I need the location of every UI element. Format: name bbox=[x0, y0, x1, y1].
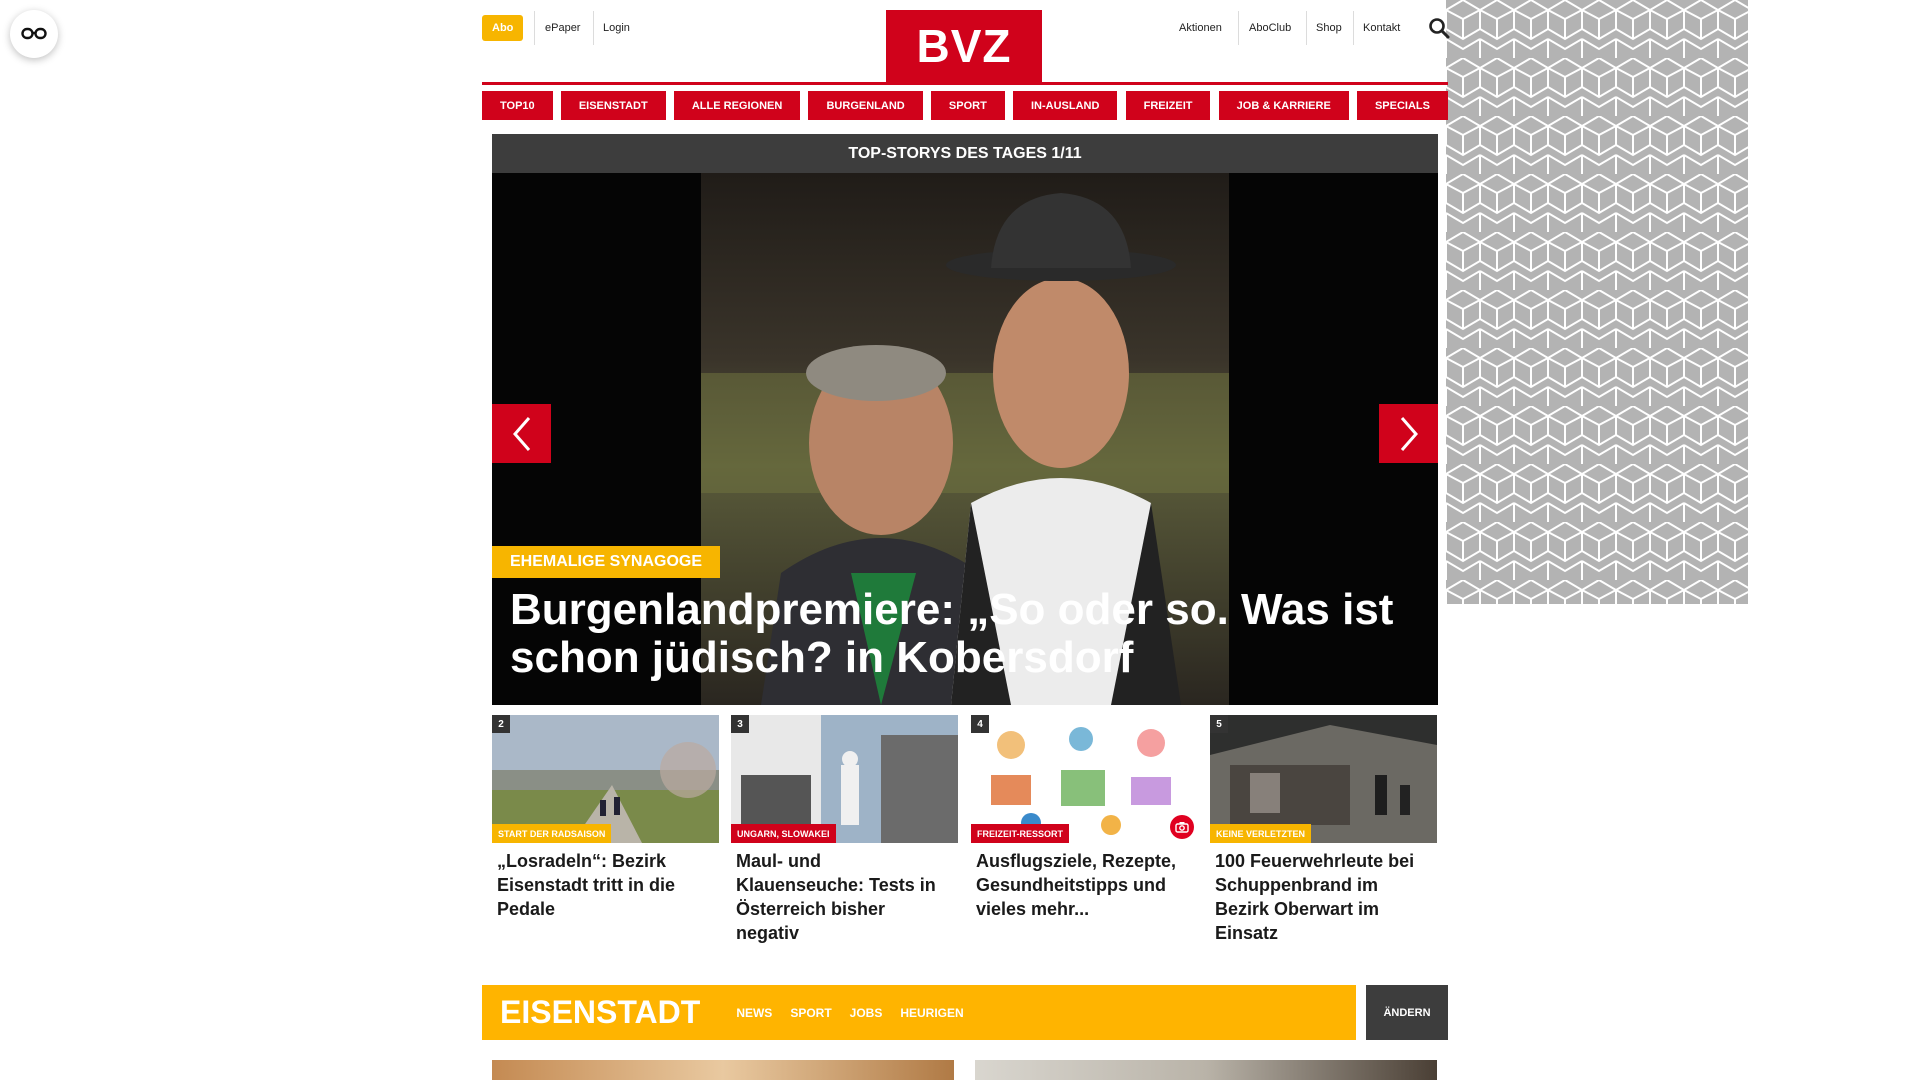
top-bar: Abo ePaper Login BVZ Aktionen AboClub Sh… bbox=[482, 0, 1450, 84]
nav-top10[interactable]: TOP10 bbox=[482, 91, 553, 120]
divider bbox=[534, 11, 535, 45]
teaser-tag: FREIZEIT-RESSORT bbox=[971, 824, 1070, 843]
camera-icon bbox=[1175, 822, 1189, 833]
accessibility-button[interactable] bbox=[10, 10, 58, 58]
teaser-tag: START DER RADSAISON bbox=[492, 824, 612, 843]
divider bbox=[1353, 11, 1354, 45]
chevron-left-icon bbox=[512, 416, 530, 451]
nav-in-ausland[interactable]: IN-AUSLAND bbox=[1012, 91, 1118, 120]
teaser-headline[interactable]: Maul- und Klauenseuche: Tests in Österre… bbox=[731, 849, 958, 945]
change-region-button[interactable]: ÄNDERN bbox=[1366, 985, 1448, 1040]
carousel-prev-button[interactable] bbox=[492, 404, 551, 463]
bvz-logo[interactable]: BVZ bbox=[886, 10, 1042, 82]
side-advertisement[interactable] bbox=[1446, 0, 1748, 604]
divider bbox=[593, 11, 594, 45]
main-navigation: TOP10 EISENSTADT ALLE REGIONEN BURGENLAN… bbox=[482, 91, 1448, 120]
divider bbox=[1238, 11, 1239, 45]
region-link-heurigen[interactable]: HEURIGEN bbox=[900, 1006, 963, 1020]
divider bbox=[1306, 11, 1307, 45]
teaser-rank: 3 bbox=[731, 715, 749, 733]
epaper-link[interactable]: ePaper bbox=[545, 15, 580, 41]
region-link-news[interactable]: NEWS bbox=[736, 1006, 772, 1020]
teaser-headline[interactable]: 100 Feuerwehrleute bei Schuppenbrand im … bbox=[1210, 849, 1437, 945]
article-image[interactable] bbox=[492, 1060, 954, 1080]
cube-pattern bbox=[1446, 0, 1748, 604]
login-link[interactable]: Login bbox=[603, 15, 630, 41]
hero-headline[interactable]: Burgenlandpremiere: „So oder so. Was ist… bbox=[510, 586, 1420, 682]
teaser-image: 5 KEINE VERLETZTEN bbox=[1210, 715, 1437, 843]
shop-link[interactable]: Shop bbox=[1316, 15, 1342, 41]
teaser-card[interactable]: 4 FREIZEIT-RESSORT Ausflugsziele, Rezept… bbox=[971, 715, 1198, 921]
carousel-header: TOP-STORYS DES TAGES 1/11 bbox=[492, 134, 1438, 173]
teaser-tag: KEINE VERLETZTEN bbox=[1210, 824, 1312, 843]
teaser-card[interactable]: 3 UNGARN, SLOWAKEI Maul- und Klauenseuch… bbox=[731, 715, 958, 945]
glasses-icon bbox=[21, 27, 47, 40]
nav-alle-regionen[interactable]: ALLE REGIONEN bbox=[673, 91, 801, 120]
teaser-image: 3 UNGARN, SLOWAKEI bbox=[731, 715, 958, 843]
nav-eisenstadt[interactable]: EISENSTADT bbox=[560, 91, 666, 120]
aktionen-link[interactable]: Aktionen bbox=[1179, 15, 1222, 41]
teaser-rank: 5 bbox=[1210, 715, 1228, 733]
nav-sport[interactable]: SPORT bbox=[930, 91, 1005, 120]
article-image[interactable] bbox=[975, 1060, 1437, 1080]
teaser-rank: 2 bbox=[492, 715, 510, 733]
search-icon[interactable] bbox=[1428, 17, 1450, 39]
teaser-image: 4 FREIZEIT-RESSORT bbox=[971, 715, 1198, 843]
header-rule bbox=[482, 82, 1448, 85]
region-link-jobs[interactable]: JOBS bbox=[850, 1006, 883, 1020]
nav-freizeit[interactable]: FREIZEIT bbox=[1125, 91, 1211, 120]
region-link-sport[interactable]: SPORT bbox=[790, 1006, 831, 1020]
teaser-tag: UNGARN, SLOWAKEI bbox=[731, 824, 836, 843]
teaser-image: 2 START DER RADSAISON bbox=[492, 715, 719, 843]
teaser-headline[interactable]: „Losradeln“: Bezirk Eisenstadt tritt in … bbox=[492, 849, 719, 921]
teaser-card[interactable]: 5 KEINE VERLETZTEN 100 Feuerwehrleute be… bbox=[1210, 715, 1437, 945]
top-stories-carousel: TOP-STORYS DES TAGES 1/11 EHEMALIGE SYNA… bbox=[492, 134, 1438, 705]
carousel-next-button[interactable] bbox=[1379, 404, 1438, 463]
region-bar: EISENSTADT NEWS SPORT JOBS HEURIGEN bbox=[482, 985, 1356, 1040]
nav-job-karriere[interactable]: JOB & KARRIERE bbox=[1218, 91, 1349, 120]
kontakt-link[interactable]: Kontakt bbox=[1363, 15, 1400, 41]
aboclub-link[interactable]: AboClub bbox=[1249, 15, 1291, 41]
nav-specials[interactable]: SPECIALS bbox=[1356, 91, 1448, 120]
teaser-rank: 4 bbox=[971, 715, 989, 733]
nav-burgenland[interactable]: BURGENLAND bbox=[808, 91, 923, 120]
teaser-card[interactable]: 2 START DER RADSAISON „Losradeln“: Bezir… bbox=[492, 715, 719, 921]
teaser-headline[interactable]: Ausflugsziele, Rezepte, Gesundheitstipps… bbox=[971, 849, 1198, 921]
chevron-right-icon bbox=[1400, 416, 1418, 451]
region-title[interactable]: EISENSTADT bbox=[500, 994, 700, 1031]
gallery-badge bbox=[1170, 815, 1194, 839]
hero-category-badge[interactable]: EHEMALIGE SYNAGOGE bbox=[492, 546, 721, 578]
abo-button[interactable]: Abo bbox=[482, 15, 524, 41]
